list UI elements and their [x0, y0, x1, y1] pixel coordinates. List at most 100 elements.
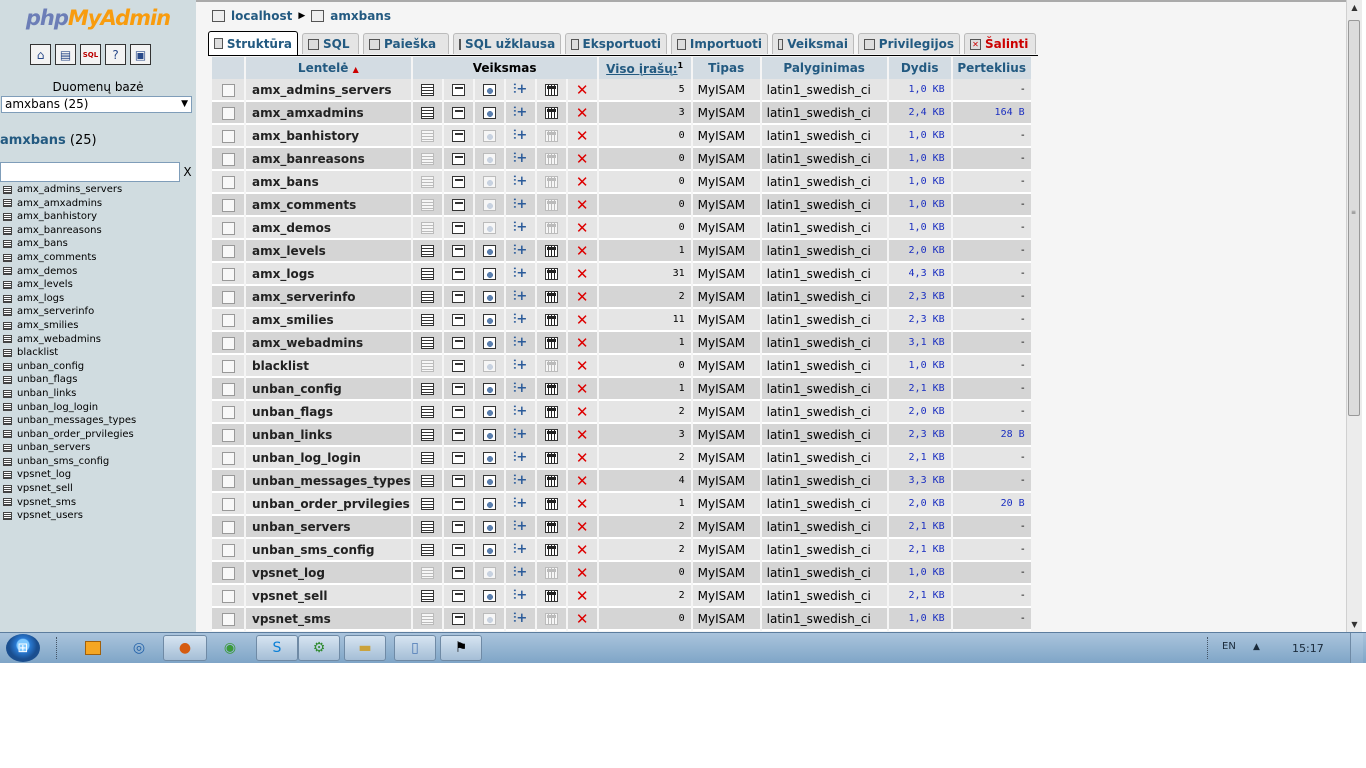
table-icon[interactable] [3, 498, 12, 507]
table-name[interactable]: amx_bans [246, 171, 411, 194]
browse-icon[interactable] [420, 245, 434, 257]
column-header-type[interactable]: Tipas [692, 57, 760, 79]
empty-table-icon[interactable] [544, 498, 558, 510]
insert-icon[interactable]: ⫶+ [513, 221, 527, 234]
structure-icon[interactable] [451, 222, 465, 234]
structure-icon[interactable] [451, 337, 465, 349]
empty-table-icon[interactable] [544, 176, 558, 188]
sidebar-table-item[interactable]: amx_admins_servers [0, 183, 196, 197]
browse-icon[interactable] [420, 498, 434, 510]
start-button[interactable]: ⊞ [6, 634, 40, 662]
sql-docs-icon[interactable]: SQL [80, 44, 101, 65]
column-header-table[interactable]: Lentelė ▲ [246, 57, 411, 79]
browse-icon[interactable] [420, 613, 434, 625]
structure-icon[interactable] [451, 176, 465, 188]
browse-icon[interactable] [420, 406, 434, 418]
structure-icon[interactable] [451, 498, 465, 510]
drop-icon[interactable]: ✕ [576, 267, 589, 282]
table-icon[interactable] [3, 267, 12, 276]
structure-icon[interactable] [451, 544, 465, 556]
sidebar-table-item[interactable]: amx_webadmins [0, 333, 196, 347]
browse-icon[interactable] [420, 590, 434, 602]
search-icon[interactable] [482, 268, 496, 280]
browse-icon[interactable] [420, 84, 434, 96]
table-icon[interactable] [3, 226, 12, 235]
table-name[interactable]: unban_links [246, 424, 411, 447]
notepad-icon[interactable]: ▯ [394, 635, 436, 661]
structure-icon[interactable] [451, 199, 465, 211]
empty-table-icon[interactable] [544, 130, 558, 142]
query-window-icon[interactable]: ▤ [55, 44, 76, 65]
network-app-icon[interactable]: ⚙ [298, 635, 340, 661]
row-checkbox[interactable] [221, 520, 235, 534]
drop-icon[interactable]: ✕ [576, 313, 589, 328]
table-name[interactable]: amx_banreasons [246, 148, 411, 171]
search-icon[interactable] [482, 245, 496, 257]
search-icon[interactable] [482, 84, 496, 96]
row-checkbox[interactable] [221, 336, 235, 350]
browse-icon[interactable] [420, 176, 434, 188]
browse-icon[interactable] [420, 130, 434, 142]
structure-icon[interactable] [451, 383, 465, 395]
sidebar-table-item[interactable]: amx_levels [0, 278, 196, 292]
chrome-icon[interactable]: ◉ [216, 635, 244, 661]
row-checkbox[interactable] [221, 428, 235, 442]
table-icon[interactable] [3, 403, 12, 412]
insert-icon[interactable]: ⫶+ [513, 612, 527, 625]
insert-icon[interactable]: ⫶+ [513, 175, 527, 188]
structure-icon[interactable] [451, 613, 465, 625]
sidebar-table-item[interactable]: amx_logs [0, 292, 196, 306]
terminal-icon[interactable]: ⚑ [440, 635, 482, 661]
search-icon[interactable] [482, 130, 496, 142]
insert-icon[interactable]: ⫶+ [513, 520, 527, 533]
table-icon[interactable] [3, 212, 12, 221]
database-select[interactable]: amxbans (25) ▼ [1, 96, 192, 113]
empty-table-icon[interactable] [544, 406, 558, 418]
search-icon[interactable] [482, 475, 496, 487]
row-checkbox[interactable] [221, 451, 235, 465]
insert-icon[interactable]: ⫶+ [513, 428, 527, 441]
browse-icon[interactable] [420, 314, 434, 326]
empty-table-icon[interactable] [544, 360, 558, 372]
insert-icon[interactable]: ⫶+ [513, 497, 527, 510]
tab-6[interactable]: Veiksmai [772, 33, 854, 54]
phpmyadmin-logo[interactable]: phpMyAdmin [0, 6, 196, 30]
empty-table-icon[interactable] [544, 475, 558, 487]
search-icon[interactable] [482, 452, 496, 464]
table-icon[interactable] [3, 321, 12, 330]
drop-icon[interactable]: ✕ [576, 520, 589, 535]
structure-icon[interactable] [451, 245, 465, 257]
table-icon[interactable] [3, 280, 12, 289]
structure-icon[interactable] [451, 268, 465, 280]
column-header-collation[interactable]: Palyginimas [761, 57, 887, 79]
insert-icon[interactable]: ⫶+ [513, 244, 527, 257]
drop-icon[interactable]: ✕ [576, 566, 589, 581]
tab-2[interactable]: Paieška [363, 33, 449, 54]
drop-icon[interactable]: ✕ [576, 612, 589, 627]
drop-icon[interactable]: ✕ [576, 129, 589, 144]
table-name[interactable]: unban_flags [246, 401, 411, 424]
table-icon[interactable] [3, 240, 12, 249]
insert-icon[interactable]: ⫶+ [513, 359, 527, 372]
table-icon[interactable] [3, 484, 12, 493]
empty-table-icon[interactable] [544, 245, 558, 257]
browse-icon[interactable] [420, 429, 434, 441]
row-checkbox[interactable] [221, 359, 235, 373]
drop-icon[interactable]: ✕ [576, 175, 589, 190]
drop-icon[interactable]: ✕ [576, 244, 589, 259]
insert-icon[interactable]: ⫶+ [513, 336, 527, 349]
drop-icon[interactable]: ✕ [576, 382, 589, 397]
structure-icon[interactable] [451, 291, 465, 303]
structure-icon[interactable] [451, 521, 465, 533]
empty-table-icon[interactable] [544, 337, 558, 349]
search-icon[interactable] [482, 544, 496, 556]
sidebar-table-item[interactable]: blacklist [0, 346, 196, 360]
sidebar-table-item[interactable]: vpsnet_sell [0, 482, 196, 496]
insert-icon[interactable]: ⫶+ [513, 267, 527, 280]
table-filter-input[interactable] [0, 162, 180, 182]
drop-icon[interactable]: ✕ [576, 198, 589, 213]
search-icon[interactable] [482, 314, 496, 326]
empty-table-icon[interactable] [544, 107, 558, 119]
drop-icon[interactable]: ✕ [576, 152, 589, 167]
insert-icon[interactable]: ⫶+ [513, 106, 527, 119]
